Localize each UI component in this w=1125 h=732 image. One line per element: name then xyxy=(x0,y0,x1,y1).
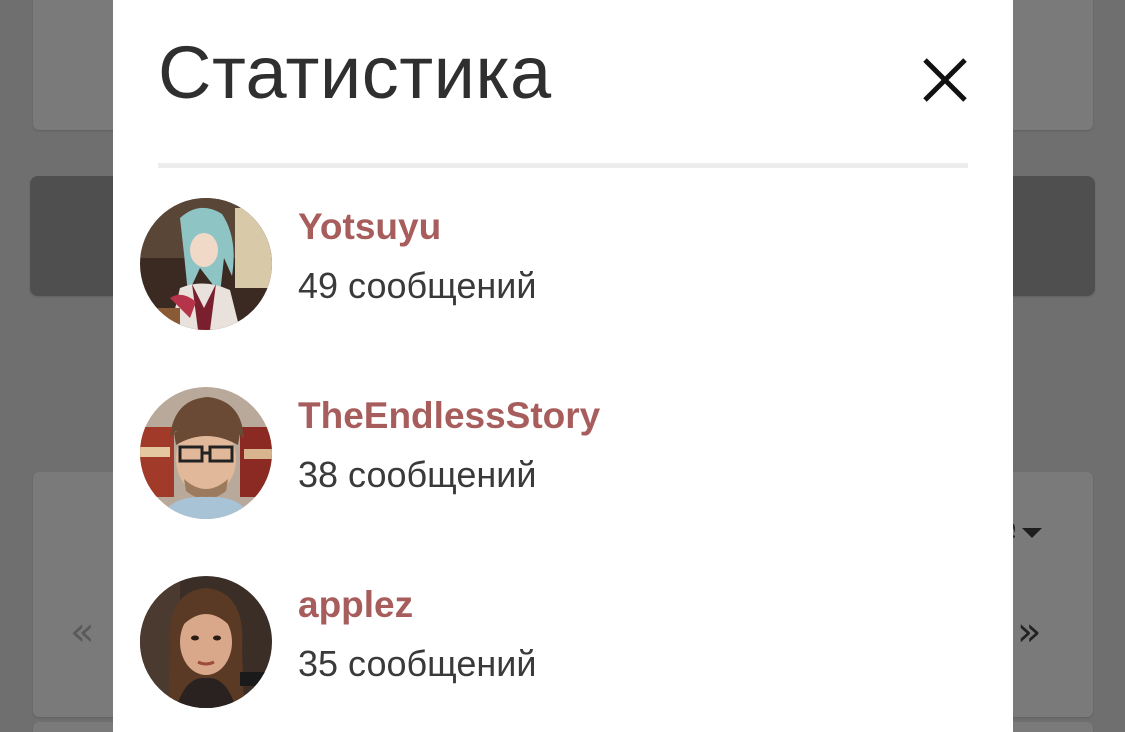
statistics-modal: Статистика Yotsuyu 49 сообщений TheEndle… xyxy=(113,0,1013,732)
username-link[interactable]: TheEndlessStory xyxy=(298,395,600,437)
modal-title: Статистика xyxy=(158,31,552,114)
user-stats-list: Yotsuyu 49 сообщений TheEndlessStory 38 … xyxy=(140,198,980,732)
double-chevron-left-icon: « xyxy=(70,609,95,655)
list-item: TheEndlessStory 38 сообщений xyxy=(140,387,980,576)
list-item: Yotsuyu 49 сообщений xyxy=(140,198,980,387)
message-count: 38 сообщений xyxy=(298,454,537,495)
double-chevron-right-icon: » xyxy=(1017,609,1042,655)
caret-down-icon xyxy=(1022,528,1042,538)
page: дн « » A Статистика xyxy=(0,0,1125,732)
avatar-woman xyxy=(140,576,272,708)
avatar[interactable] xyxy=(140,198,272,330)
avatar[interactable] xyxy=(140,387,272,519)
list-item: applez 35 сообщений xyxy=(140,576,980,732)
close-button[interactable] xyxy=(919,54,971,106)
avatar[interactable] xyxy=(140,576,272,708)
title-divider xyxy=(158,163,968,168)
avatar-anime-character xyxy=(140,198,272,330)
username-link[interactable]: Yotsuyu xyxy=(298,206,441,248)
avatar-man-glasses xyxy=(140,387,272,519)
message-count: 49 сообщений xyxy=(298,265,537,306)
message-count: 35 сообщений xyxy=(298,643,537,684)
username-link[interactable]: applez xyxy=(298,584,413,626)
close-icon xyxy=(923,58,967,102)
